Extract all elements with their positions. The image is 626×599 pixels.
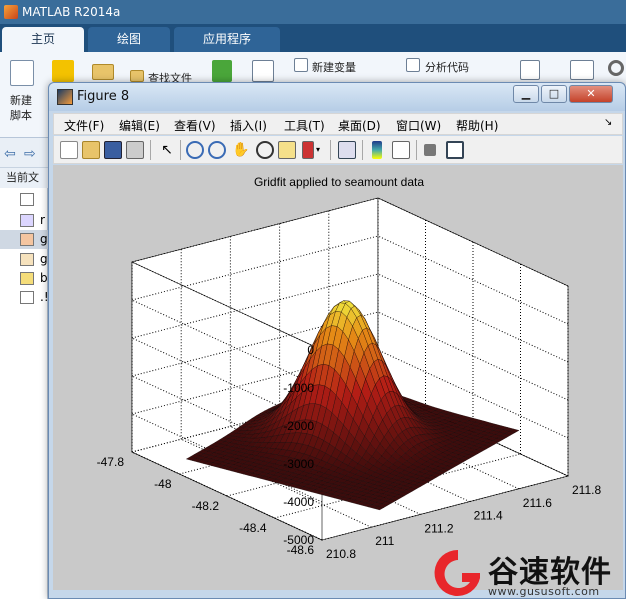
z-tick-label: -1000 xyxy=(283,381,314,395)
dock-arrow-icon[interactable]: ↘ xyxy=(604,117,612,128)
matlab-title-text: MATLAB R2014a xyxy=(22,5,121,19)
menu-view[interactable]: 查看(V) xyxy=(174,117,216,134)
new-script-icon[interactable] xyxy=(10,60,34,86)
tab-plots[interactable]: 绘图 xyxy=(88,27,170,52)
analyze-code-icon[interactable] xyxy=(406,58,420,72)
matlab-logo-icon xyxy=(4,5,18,19)
tab-home[interactable]: 主页 xyxy=(2,27,84,52)
x-tick-label: 210.8 xyxy=(326,547,356,561)
file-row[interactable]: .! xyxy=(0,288,49,307)
file-icon xyxy=(20,253,34,266)
zoom-in-icon[interactable] xyxy=(186,141,204,159)
navigation-row: ⇦ ⇨ xyxy=(0,138,48,168)
y-tick-label: -47.8 xyxy=(97,455,125,469)
matlab-titlebar: MATLAB R2014a xyxy=(0,0,626,24)
minimize-button[interactable]: ▁ xyxy=(513,85,539,103)
analyze-code-button[interactable]: 分析代码 xyxy=(425,59,469,75)
y-tick-label: -48.2 xyxy=(192,499,220,513)
new-figure-icon[interactable] xyxy=(60,141,78,159)
current-folder-header: 当前文 xyxy=(0,168,48,188)
file-name: g xyxy=(40,252,48,266)
legend-icon[interactable] xyxy=(392,141,410,159)
brush-dropdown-icon[interactable]: ▾ xyxy=(316,141,334,159)
x-tick-label: 211 xyxy=(375,534,394,548)
maximize-button[interactable]: □ xyxy=(541,85,567,103)
link-icon[interactable] xyxy=(338,141,356,159)
open-icon[interactable] xyxy=(82,141,100,159)
file-name: b xyxy=(40,271,48,285)
y-tick-label: -48.6 xyxy=(287,543,315,557)
file-icon xyxy=(20,291,34,304)
matlab-figure-icon xyxy=(57,89,73,105)
menu-help[interactable]: 帮助(H) xyxy=(456,117,498,134)
x-tick-label: 211.6 xyxy=(523,496,552,510)
save-icon[interactable] xyxy=(104,141,122,159)
new-variable-icon[interactable] xyxy=(294,58,308,72)
file-icon xyxy=(20,214,34,227)
layout-icon[interactable] xyxy=(520,60,540,80)
print-icon[interactable] xyxy=(126,141,144,159)
x-tick-label: 211.4 xyxy=(474,509,503,523)
tab-apps[interactable]: 应用程序 xyxy=(174,27,280,52)
gear-icon[interactable] xyxy=(608,60,624,76)
toolstrip-tabs: 主页 绘图 应用程序 xyxy=(0,24,626,52)
surface-plot[interactable]: 0-1000-2000-3000-4000-5000-47.8-48-48.2-… xyxy=(53,165,623,590)
file-name: g xyxy=(40,232,48,246)
figure-menubar: 文件(F) 编辑(E) 查看(V) 插入(I) 工具(T) 桌面(D) 窗口(W… xyxy=(53,113,623,135)
file-row[interactable] xyxy=(0,190,48,209)
watermark-logo-icon xyxy=(434,549,480,596)
file-row[interactable]: g xyxy=(0,230,48,249)
figure-canvas[interactable]: 0 -1000 -2000 -3000 -4000 -5000 -47.8 -48 -48.2-… xyxy=(53,165,623,590)
zoom-out-icon[interactable] xyxy=(208,141,226,159)
file-row[interactable]: g xyxy=(0,250,48,269)
file-row[interactable]: b xyxy=(0,269,48,288)
y-tick-label: -48 xyxy=(154,477,172,491)
current-folder-panel: ⇦ ⇨ 当前文 r g g b .! xyxy=(0,138,49,599)
new-plus-icon[interactable] xyxy=(52,60,74,82)
file-icon xyxy=(20,193,34,206)
z-tick-label: -2000 xyxy=(283,419,314,433)
z-tick-label: -3000 xyxy=(283,457,314,471)
preferences-icon[interactable] xyxy=(570,60,594,80)
z-tick-label: -4000 xyxy=(283,495,314,509)
forward-arrow-icon[interactable]: ⇨ xyxy=(24,146,36,162)
new-variable-button[interactable]: 新建变量 xyxy=(312,59,356,75)
menu-edit[interactable]: 编辑(E) xyxy=(119,117,160,134)
menu-window[interactable]: 窗口(W) xyxy=(396,117,441,134)
y-tick-label: -48.4 xyxy=(239,521,267,535)
z-tick-label: 0 xyxy=(307,343,314,357)
hide-plot-tools-icon[interactable] xyxy=(424,144,436,156)
show-plot-tools-icon[interactable] xyxy=(446,141,464,159)
rotate-icon[interactable] xyxy=(256,141,274,159)
figure-window: Figure 8 ▁ □ ✕ 文件(F) 编辑(E) 查看(V) 插入(I) 工… xyxy=(48,82,626,599)
find-files-icon[interactable] xyxy=(130,70,144,82)
pointer-icon[interactable]: ↖ xyxy=(158,141,176,159)
close-button[interactable]: ✕ xyxy=(569,85,613,103)
x-tick-label: 211.8 xyxy=(572,483,601,497)
menu-file[interactable]: 文件(F) xyxy=(64,117,104,134)
figure-titlebar[interactable]: Figure 8 ▁ □ ✕ xyxy=(49,83,625,111)
data-cursor-icon[interactable] xyxy=(278,141,296,159)
import-data-icon[interactable] xyxy=(212,60,232,82)
workspace-icon[interactable] xyxy=(252,60,274,82)
figure-toolbar: ↖ ✋ ▾ xyxy=(53,136,623,164)
new-script-label-2[interactable]: 脚本 xyxy=(10,107,32,123)
watermark-url: www.gususoft.com xyxy=(488,585,600,598)
menu-desktop[interactable]: 桌面(D) xyxy=(338,117,381,134)
plot-title: Gridfit applied to seamount data xyxy=(254,175,424,189)
brush-icon[interactable] xyxy=(302,141,314,159)
back-arrow-icon[interactable]: ⇦ xyxy=(4,146,16,162)
figure-title: Figure 8 xyxy=(77,89,130,104)
file-name: r xyxy=(40,213,45,227)
new-script-label-1[interactable]: 新建 xyxy=(10,92,32,108)
file-icon xyxy=(20,233,34,246)
menu-insert[interactable]: 插入(I) xyxy=(230,117,267,134)
colorbar-icon[interactable] xyxy=(372,141,382,159)
open-folder-icon[interactable] xyxy=(92,64,114,80)
file-row[interactable]: r xyxy=(0,211,48,230)
x-tick-label: 211.2 xyxy=(424,521,453,535)
pan-icon[interactable]: ✋ xyxy=(232,141,250,159)
file-icon xyxy=(20,272,34,285)
menu-tools[interactable]: 工具(T) xyxy=(284,117,325,134)
